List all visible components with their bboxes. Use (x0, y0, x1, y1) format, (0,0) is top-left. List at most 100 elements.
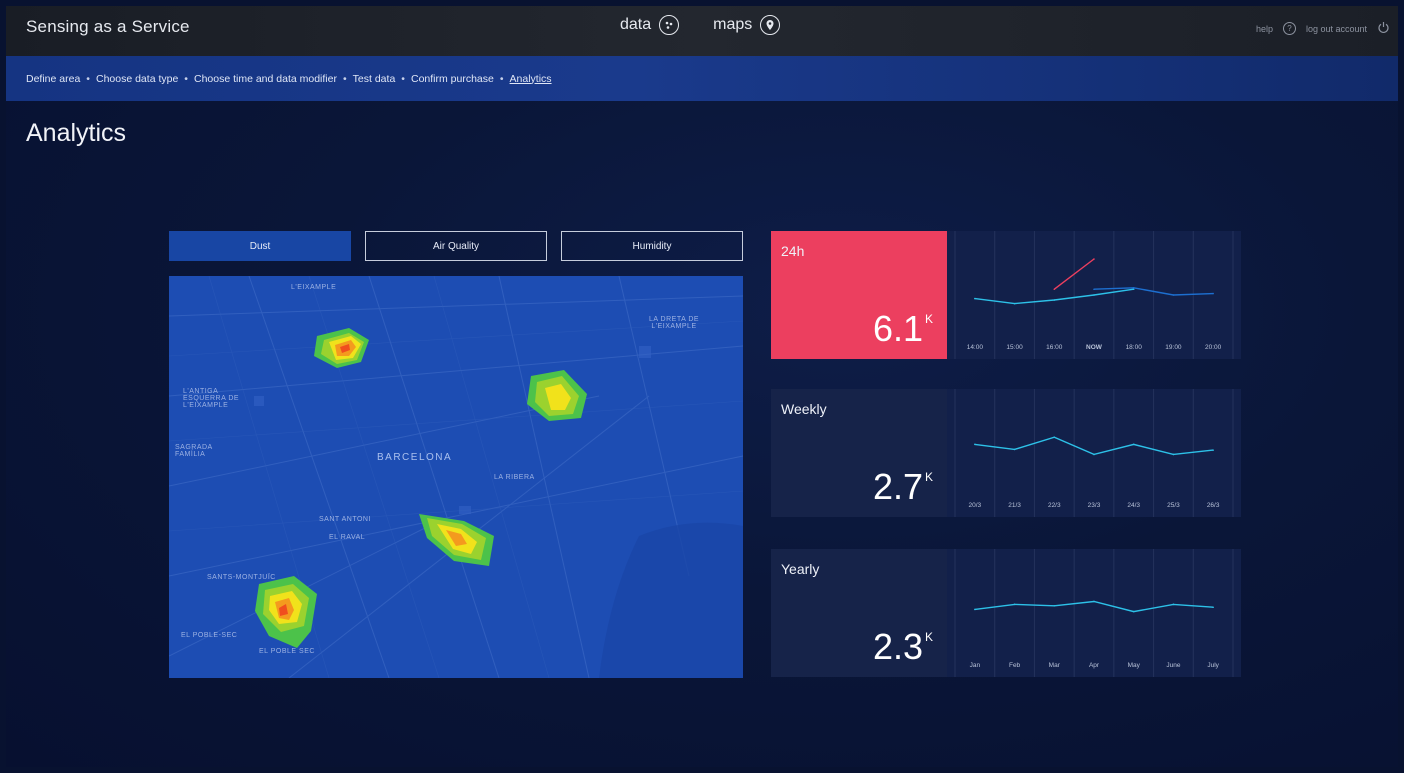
app-frame: Sensing as a Service data maps help ? lo… (6, 6, 1398, 767)
chart-point (1172, 453, 1175, 456)
power-icon[interactable] (1377, 21, 1390, 36)
chart-tick-label: 14:00 (967, 344, 984, 351)
chart-point (1132, 288, 1135, 291)
chart-point (1212, 449, 1214, 451)
stat-label: Yearly (781, 561, 820, 577)
chart-tick-label: 20:00 (1205, 344, 1222, 351)
help-icon[interactable]: ? (1282, 22, 1296, 35)
map-label-dreta-eixample: La Dreta de l'Eixample (648, 316, 700, 330)
chart-weekly: 20/3 21/3 22/3 23/3 24/3 25/3 26/3 (947, 389, 1241, 517)
nav-data[interactable]: data (620, 15, 680, 35)
crumb-analytics[interactable]: Analytics (510, 73, 552, 85)
map-label-la-ribera: La Ribera (494, 474, 535, 481)
chart-point (1013, 603, 1016, 606)
stat-number: 2.3 (872, 626, 923, 667)
chart-point (1013, 448, 1016, 451)
stat-label: Weekly (781, 401, 827, 417)
chart-tick-label: 18:00 (1126, 344, 1143, 351)
chart-point (1212, 292, 1214, 295)
stat-card-yearly[interactable]: Yearly 2.3 K (771, 549, 947, 677)
chart-tick-label: May (1128, 662, 1141, 669)
chart-point (1093, 294, 1095, 296)
stat-value: 2.7 K (873, 469, 933, 505)
chart-tick-label: 22/3 (1048, 502, 1061, 509)
stat-label: 24h (781, 243, 805, 259)
chart-point (1132, 610, 1135, 613)
map-pin-icon (760, 15, 781, 35)
chart-point (1132, 287, 1135, 289)
heat-blobs (255, 328, 587, 648)
chart-tick-label: 26/3 (1207, 502, 1220, 509)
page-title: Analytics (26, 119, 127, 147)
tab-air-quality[interactable]: Air Quality (365, 231, 547, 261)
map-label-antiga-esquerra: L'Antiga Esquerra de l'Eixample (183, 388, 240, 409)
crumb-test-data[interactable]: Test data (353, 73, 396, 85)
help-link[interactable]: help (1256, 24, 1273, 34)
stat-card-24h[interactable]: 24h 6.1 K (771, 231, 947, 359)
chart-point (1093, 288, 1095, 291)
map-label-el-poble-sec: El Poble Sec (259, 648, 315, 655)
crumb-separator: • (499, 72, 504, 85)
stat-card-weekly[interactable]: Weekly 2.7 K (771, 389, 947, 517)
data-dots-icon (659, 15, 680, 35)
chart-tick-label: 16:00 (1046, 344, 1063, 351)
crumb-choose-time[interactable]: Choose time and data modifier (194, 73, 337, 85)
chart-point (974, 443, 976, 446)
nav-data-label: data (620, 16, 652, 33)
chart-series-line (974, 288, 1134, 305)
crumb-separator: • (86, 72, 90, 85)
crumb-confirm-purchase[interactable]: Confirm purchase (411, 73, 494, 85)
map-label-eixample: L'Eixample (291, 284, 337, 291)
top-nav: data maps (620, 15, 781, 35)
chart-tick-label: Jan (970, 662, 981, 669)
chart-tick-label: 20/3 (969, 502, 982, 509)
chart-tick-label: Feb (1009, 662, 1021, 669)
chart-point (1093, 453, 1095, 456)
heat-spot-1 (314, 328, 369, 368)
heat-spot-3 (419, 514, 494, 566)
nav-maps[interactable]: maps (713, 15, 781, 35)
map-label-sant-antoni: Sant Antoni (319, 516, 371, 523)
tab-dust[interactable]: Dust (169, 231, 351, 261)
chart-tick-label: June (1166, 662, 1180, 669)
chart-tick-label: July (1207, 662, 1219, 669)
crumb-define-area[interactable]: Define area (26, 73, 80, 85)
data-type-tabs: Dust Air Quality Humidity (169, 231, 743, 261)
chart-tick-label: 21/3 (1008, 502, 1021, 509)
stat-number: 2.7 (872, 466, 923, 507)
chart-point (1093, 600, 1095, 603)
stat-row-24h: 24h 6.1 K 14:00 15:00 16:00 NOW 18:00 19:00 20:… (771, 231, 1241, 359)
chart-point (974, 608, 976, 611)
map-label-sagrada-familia: Sagrada Família (175, 444, 213, 458)
chart-tick-label: 24/3 (1127, 502, 1140, 509)
map-label-poble-sec: El Poble-sec (181, 632, 238, 639)
top-bar: Sensing as a Service data maps help ? lo… (6, 6, 1398, 56)
chart-tick-label: 25/3 (1167, 502, 1180, 509)
chart-tick-label: Apr (1089, 662, 1100, 669)
stat-row-yearly: Yearly 2.3 K Jan Feb Mar Apr May June July (771, 549, 1241, 677)
breadcrumb: Define area • Choose data type • Choose … (6, 56, 1398, 101)
chart-point (1053, 299, 1056, 301)
chart-tick-label: 19:00 (1165, 344, 1182, 351)
chart-tick-label: NOW (1086, 344, 1103, 351)
stat-value: 2.3 K (873, 629, 933, 665)
chart-tick-label: Mar (1049, 662, 1061, 669)
chart-point (1212, 606, 1214, 609)
stat-row-weekly: Weekly 2.7 K 20/3 21/3 22/3 23/3 24/3 25/3 26/3 (771, 389, 1241, 517)
map-city-label: Barcelona (377, 452, 453, 463)
chart-24h: 14:00 15:00 16:00 NOW 18:00 19:00 20:00 (947, 231, 1241, 359)
chart-point (1172, 603, 1175, 606)
crumb-choose-data-type[interactable]: Choose data type (96, 73, 178, 85)
heatmap-map[interactable]: L'Eixample La Dreta de l'Eixample L'Anti… (169, 276, 743, 678)
crumb-separator: • (184, 72, 188, 85)
chart-point (1172, 294, 1175, 296)
tab-humidity[interactable]: Humidity (561, 231, 743, 261)
chart-point (1053, 605, 1056, 607)
logout-link[interactable]: log out account (1306, 24, 1367, 34)
stat-unit: K (924, 312, 933, 326)
stat-number: 6.1 (872, 308, 923, 349)
chart-point (1093, 258, 1095, 260)
crumb-separator: • (342, 72, 347, 85)
nav-maps-label: maps (713, 16, 753, 33)
stat-unit: K (924, 470, 933, 484)
